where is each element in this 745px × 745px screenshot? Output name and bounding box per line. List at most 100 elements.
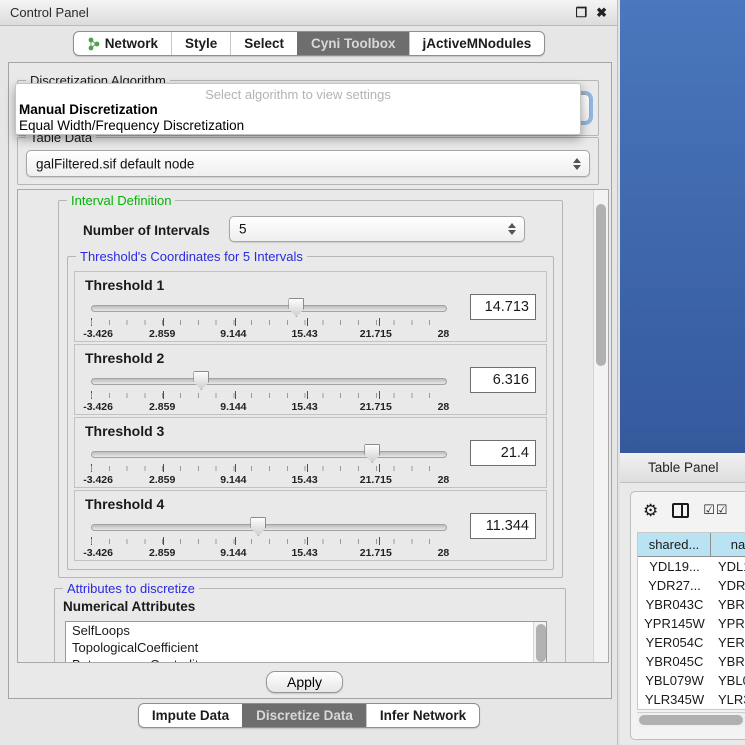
numerical-attributes-list[interactable]: SelfLoops TopologicalCoefficient Between… xyxy=(65,621,547,663)
table-toolbar: ⚙ ☑☑ xyxy=(631,492,745,528)
spinner-arrows-icon xyxy=(573,158,581,170)
attributes-group: Attributes to discretize Numerical Attri… xyxy=(54,588,566,663)
table-cell[interactable]: YIL0 xyxy=(711,709,745,710)
slider-thumb[interactable] xyxy=(288,298,304,317)
gear-icon[interactable]: ⚙ xyxy=(643,502,658,519)
table-data-combobox[interactable]: galFiltered.sif default node xyxy=(26,150,590,177)
table-cell[interactable]: YDR27... xyxy=(638,576,711,595)
table-cell[interactable]: YBR0 xyxy=(711,595,745,614)
list-item[interactable]: SelfLoops xyxy=(66,622,546,639)
apply-button[interactable]: Apply xyxy=(266,671,343,693)
column-header-shared-name[interactable]: shared... xyxy=(638,533,711,557)
threshold-label: Threshold 1 xyxy=(85,277,164,293)
dropdown-placeholder-option[interactable]: Select algorithm to view settings xyxy=(16,87,580,102)
number-of-intervals-combobox[interactable]: 5 xyxy=(229,216,525,242)
threshold-4-slider[interactable]: -3.426 2.859 9.144 15.43 21.715 28 xyxy=(91,515,447,561)
table-cell[interactable]: YBL079W xyxy=(638,671,711,690)
slider-track[interactable] xyxy=(91,524,447,531)
scrollbar-thumb[interactable] xyxy=(536,624,546,662)
dropdown-option-equal-width[interactable]: Equal Width/Frequency Discretization xyxy=(19,118,244,133)
tab-select[interactable]: Select xyxy=(230,32,297,55)
column-header-name[interactable]: name xyxy=(711,533,745,557)
table-cell[interactable]: YLR3 xyxy=(711,690,745,709)
table-cell[interactable]: YER0 xyxy=(711,633,745,652)
tick-label: 21.715 xyxy=(360,401,392,413)
split-columns-icon[interactable] xyxy=(672,503,689,518)
table-row[interactable]: YDL19... YDL1 xyxy=(638,557,745,576)
dropdown-option-manual[interactable]: Manual Discretization xyxy=(19,102,158,117)
tab-impute-data[interactable]: Impute Data xyxy=(139,704,242,727)
scrollbar-thumb[interactable] xyxy=(596,204,606,366)
close-icon[interactable]: ✖ xyxy=(596,5,607,21)
table-row[interactable]: YER054C YER0 xyxy=(638,633,745,652)
tab-discretize-data[interactable]: Discretize Data xyxy=(242,704,366,727)
bottom-tab-bar: Impute Data Discretize Data Infer Networ… xyxy=(0,703,618,728)
numerical-attributes-label: Numerical Attributes xyxy=(63,599,195,614)
list-item[interactable]: BetweennessCentrality xyxy=(66,656,546,663)
table-row[interactable]: YBL079W YBL0 xyxy=(638,671,745,690)
tick-label: 9.144 xyxy=(220,328,246,340)
tick-label: 21.715 xyxy=(360,547,392,559)
table-row[interactable]: YPR145W YPR1 xyxy=(638,614,745,633)
table-panel: Table Panel ⚙ ☑☑ shared... name YDL19...… xyxy=(620,453,745,745)
table-cell[interactable]: YBL0 xyxy=(711,671,745,690)
tick-label: 2.859 xyxy=(149,547,175,559)
table-cell[interactable]: YIL052C xyxy=(638,709,711,710)
tab-infer-network[interactable]: Infer Network xyxy=(366,704,479,727)
threshold-value-field[interactable]: 6.316 xyxy=(470,367,536,393)
spinner-down-icon xyxy=(508,230,516,235)
table-cell[interactable]: YDL1 xyxy=(711,557,745,576)
slider-minor-ticks xyxy=(91,539,447,544)
scrollbar-thumb[interactable] xyxy=(639,715,743,725)
slider-thumb[interactable] xyxy=(250,517,266,536)
list-item[interactable]: TopologicalCoefficient xyxy=(66,639,546,656)
table-cell[interactable]: YER054C xyxy=(638,633,711,652)
threshold-label: Threshold 3 xyxy=(85,423,164,439)
slider-minor-ticks xyxy=(91,466,447,471)
table-row[interactable]: YIL052C YIL0 xyxy=(638,709,745,710)
table-horizontal-scrollbar[interactable] xyxy=(637,712,745,727)
thresholds-group: Threshold's Coordinates for 5 Intervals … xyxy=(67,256,554,570)
tick-label: 2.859 xyxy=(149,401,175,413)
table-cell[interactable]: YBR045C xyxy=(638,652,711,671)
table-cell[interactable]: YPR145W xyxy=(638,614,711,633)
threshold-3-slider[interactable]: -3.426 2.859 9.144 15.43 21.715 28 xyxy=(91,442,447,488)
table-row[interactable]: YDR27... YDR2 xyxy=(638,576,745,595)
tab-style[interactable]: Style xyxy=(171,32,230,55)
select-columns-icon[interactable]: ☑☑ xyxy=(703,502,728,518)
tab-cyni-toolbox[interactable]: Cyni Toolbox xyxy=(297,32,409,55)
control-panel-titlebar: Control Panel ❐ ✖ xyxy=(0,0,617,26)
list-scrollbar[interactable] xyxy=(533,622,546,663)
tick-label: -3.426 xyxy=(83,474,113,486)
tick-label: 2.859 xyxy=(149,474,175,486)
table-row[interactable]: YBR043C YBR0 xyxy=(638,595,745,614)
table-cell[interactable]: YLR345W xyxy=(638,690,711,709)
table-cell[interactable]: YBR043C xyxy=(638,595,711,614)
threshold-label: Threshold 4 xyxy=(85,496,164,512)
threshold-3-panel: Threshold 3 -3.426 2.859 9.144 15.43 xyxy=(74,417,547,488)
tab-jactivemnodules[interactable]: jActiveMNodules xyxy=(409,32,545,55)
number-of-intervals-value: 5 xyxy=(239,222,247,237)
slider-thumb[interactable] xyxy=(364,444,380,463)
table-row[interactable]: YLR345W YLR3 xyxy=(638,690,745,709)
tick-label: 15.43 xyxy=(291,474,317,486)
slider-track[interactable] xyxy=(91,451,447,458)
threshold-value-field[interactable]: 21.4 xyxy=(470,440,536,466)
table-row[interactable]: YBR045C YBR0 xyxy=(638,652,745,671)
threshold-1-slider[interactable]: -3.426 2.859 9.144 15.43 21.715 28 xyxy=(91,296,447,342)
settings-vertical-scrollbar[interactable] xyxy=(593,190,608,662)
slider-track[interactable] xyxy=(91,378,447,385)
table-cell[interactable]: YBR0 xyxy=(711,652,745,671)
table-panel-body: ⚙ ☑☑ shared... name YDL19... YDL1 YDR27.… xyxy=(630,491,745,740)
table-cell[interactable]: YDL19... xyxy=(638,557,711,576)
table-cell[interactable]: YDR2 xyxy=(711,576,745,595)
threshold-value-field[interactable]: 14.713 xyxy=(470,294,536,320)
node-attribute-table: shared... name YDL19... YDL1 YDR27... YD… xyxy=(637,532,745,710)
threshold-value-field[interactable]: 11.344 xyxy=(470,513,536,539)
slider-track[interactable] xyxy=(91,305,447,312)
tab-network[interactable]: Network xyxy=(74,32,171,55)
slider-thumb[interactable] xyxy=(193,371,209,390)
table-cell[interactable]: YPR1 xyxy=(711,614,745,633)
float-window-icon[interactable]: ❐ xyxy=(575,5,587,21)
threshold-2-slider[interactable]: -3.426 2.859 9.144 15.43 21.715 28 xyxy=(91,369,447,415)
